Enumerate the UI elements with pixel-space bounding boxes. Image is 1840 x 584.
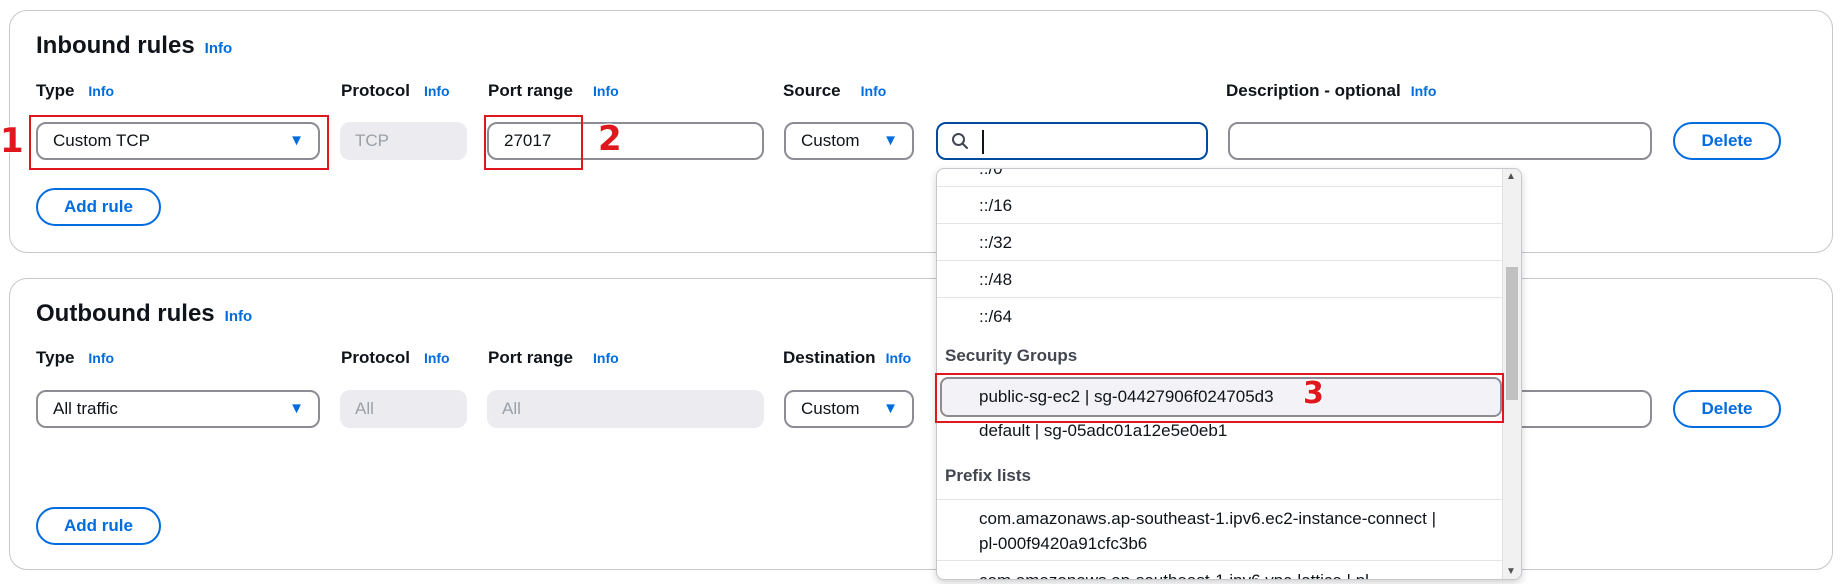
add-rule-button[interactable]: Add rule	[36, 507, 161, 545]
label-source: Source Info	[783, 81, 887, 100]
add-rule-button[interactable]: Add rule	[36, 188, 161, 226]
scroll-up-icon[interactable]: ▲	[1506, 171, 1516, 182]
text-cursor	[982, 130, 984, 154]
inbound-rules-title: Inbound rules Info	[36, 32, 233, 59]
prefix-list-option[interactable]: com.amazonaws.ap-southeast-1.ipv6.ec2-in…	[937, 499, 1503, 561]
label-type: Type Info	[36, 348, 115, 367]
annotation-box-1	[29, 115, 329, 170]
caret-down-icon: ▼	[883, 400, 898, 417]
info-link[interactable]: Info	[88, 350, 114, 366]
search-icon	[952, 133, 968, 149]
source-search-input[interactable]	[936, 122, 1208, 160]
info-link[interactable]: Info	[886, 350, 912, 366]
type-select[interactable]: All traffic ▼	[36, 390, 320, 428]
description-input[interactable]	[1228, 122, 1652, 160]
annotation-number-3: 3	[1303, 376, 1324, 411]
info-link[interactable]: Info	[424, 83, 450, 99]
info-link[interactable]: Info	[593, 83, 619, 99]
label-protocol: Protocol Info	[341, 348, 450, 367]
list-item[interactable]: ::/16	[937, 187, 1503, 224]
label-destination: Destination Info	[783, 348, 912, 367]
label-port-range: Port range Info	[488, 81, 619, 100]
annotation-number-2: 2	[598, 119, 622, 159]
list-item[interactable]: ::/0	[937, 169, 1503, 187]
annotation-number-1: 1	[0, 121, 24, 161]
destination-select[interactable]: Custom ▼	[784, 390, 914, 428]
label-protocol: Protocol Info	[341, 81, 450, 100]
info-link[interactable]: Info	[88, 83, 114, 99]
info-link[interactable]: Info	[225, 308, 253, 325]
scrollbar[interactable]: ▲ ▼	[1502, 169, 1521, 579]
label-port-range: Port range Info	[488, 348, 619, 367]
label-type: Type Info	[36, 81, 115, 100]
annotation-box-2	[484, 115, 583, 170]
delete-button[interactable]: Delete	[1673, 390, 1781, 428]
prefix-list-option[interactable]: com.amazonaws.ap-southeast-1.ipv6.vpc-la…	[937, 562, 1503, 579]
list-item[interactable]: ::/48	[937, 261, 1503, 298]
info-link[interactable]: Info	[205, 40, 233, 57]
label-description: Description - optional Info	[1226, 81, 1437, 100]
port-range-field: All	[487, 390, 764, 428]
annotation-box-3	[935, 373, 1504, 423]
security-group-option[interactable]: default | sg-05adc01a12e5e0eb1	[937, 419, 1503, 447]
scrollbar-thumb[interactable]	[1506, 267, 1518, 400]
caret-down-icon: ▼	[883, 132, 898, 149]
source-select[interactable]: Custom ▼	[784, 122, 914, 160]
info-link[interactable]: Info	[861, 83, 887, 99]
protocol-field: All	[340, 390, 467, 428]
outbound-rules-title: Outbound rules Info	[36, 300, 253, 327]
group-header-prefix-lists: Prefix lists	[945, 466, 1031, 485]
caret-down-icon: ▼	[289, 400, 304, 417]
protocol-field: TCP	[340, 122, 467, 160]
delete-button[interactable]: Delete	[1673, 122, 1781, 160]
list-item[interactable]: ::/64	[937, 298, 1503, 335]
group-header-security-groups: Security Groups	[945, 346, 1078, 365]
scroll-down-icon[interactable]: ▼	[1506, 566, 1516, 577]
info-link[interactable]: Info	[593, 350, 619, 366]
info-link[interactable]: Info	[1411, 83, 1437, 99]
list-item[interactable]: ::/32	[937, 224, 1503, 261]
info-link[interactable]: Info	[424, 350, 450, 366]
